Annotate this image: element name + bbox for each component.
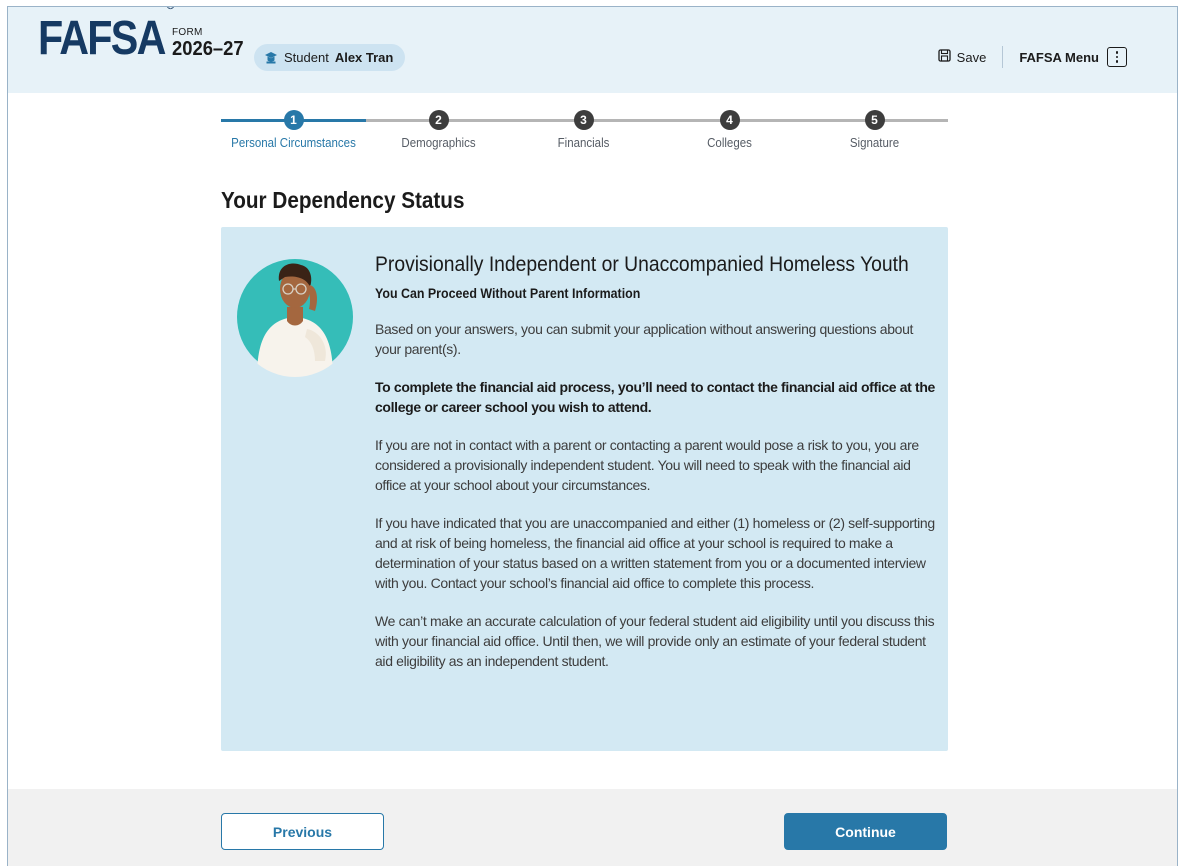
site-header: FAFSA® FORM 2026–27 Student Alex Tran: [8, 7, 1177, 93]
form-year-block: FORM 2026–27: [172, 27, 250, 61]
fafsa-logo[interactable]: FAFSA®: [38, 7, 175, 65]
paragraph-unaccompanied-homeless: If you have indicated that you are unacc…: [375, 515, 935, 591]
card-title: Provisionally Independent or Unaccompani…: [375, 253, 909, 276]
step-number: 1: [283, 110, 304, 130]
step-financials[interactable]: 3 Financials: [511, 108, 656, 150]
step-label: Colleges: [707, 136, 752, 150]
kebab-menu-icon: [1107, 47, 1127, 67]
step-colleges[interactable]: 4 Colleges: [657, 108, 802, 150]
header-divider: [1002, 46, 1004, 68]
student-illustration: [235, 237, 355, 377]
step-label: Signature: [849, 136, 900, 150]
save-label: Save: [956, 49, 987, 65]
step-personal-circumstances[interactable]: 1 Personal Circumstances: [221, 108, 366, 150]
step-demographics[interactable]: 2 Demographics: [366, 108, 511, 150]
card-content: Provisionally Independent or Unaccompani…: [375, 253, 935, 671]
student-badge: Student Alex Tran: [254, 44, 406, 71]
paragraph-contact-office: To complete the financial aid process, y…: [375, 379, 935, 415]
progress-stepper: 1 Personal Circumstances 2 Demographics …: [221, 108, 948, 158]
page-title: Your Dependency Status: [221, 187, 465, 213]
previous-button[interactable]: Previous: [221, 813, 384, 850]
card-subtitle: You Can Proceed Without Parent Informati…: [375, 286, 641, 301]
paragraph-eligibility-estimate: We can’t make an accurate calculation of…: [375, 613, 935, 669]
save-button[interactable]: Save: [938, 49, 987, 65]
step-number: 3: [573, 110, 594, 130]
logo-text: FAFSA: [38, 12, 166, 65]
form-year: 2026–27: [172, 38, 244, 60]
step-number: 5: [864, 110, 885, 130]
step-label: Financials: [557, 136, 610, 150]
fafsa-menu-button[interactable]: FAFSA Menu: [1019, 47, 1127, 67]
step-label: Personal Circumstances: [231, 136, 356, 150]
header-actions: Save FAFSA Menu: [938, 46, 1127, 68]
form-label: FORM: [172, 27, 203, 38]
app-frame: FAFSA® FORM 2026–27 Student Alex Tran: [7, 6, 1178, 866]
step-signature[interactable]: 5 Signature: [802, 108, 947, 150]
menu-label: FAFSA Menu: [1019, 49, 1099, 65]
status-card: Provisionally Independent or Unaccompani…: [221, 227, 948, 751]
step-label: Demographics: [401, 136, 476, 150]
step-number: 4: [719, 110, 740, 130]
paragraph-provisionally-independent: If you are not in contact with a parent …: [375, 437, 919, 493]
save-disk-icon: [938, 49, 951, 65]
student-name: Alex Tran: [334, 50, 394, 65]
continue-button[interactable]: Continue: [784, 813, 947, 850]
registered-mark: ®: [166, 7, 174, 12]
student-prefix: Student: [284, 50, 329, 65]
paragraph-summary: Based on your answers, you can submit yo…: [375, 321, 914, 357]
step-number: 2: [428, 110, 449, 130]
page-footer: Previous Continue: [8, 789, 1177, 866]
student-cap-icon: [264, 51, 278, 65]
